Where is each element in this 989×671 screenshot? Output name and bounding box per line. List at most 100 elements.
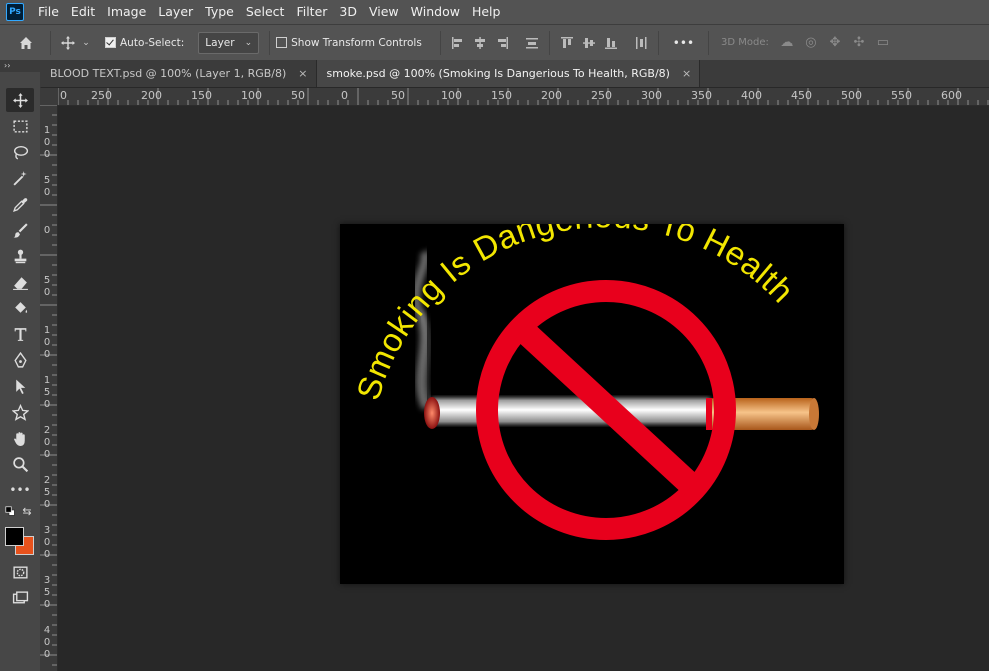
ruler-tick-label: 200 (541, 89, 562, 102)
ruler-tick-label: 1 0 0 (43, 125, 51, 160)
ruler-tick-label: 100 (241, 89, 262, 102)
edit-toolbar-button[interactable]: ••• (6, 478, 34, 502)
menu-image[interactable]: Image (101, 0, 152, 24)
cigarette-band (706, 398, 712, 430)
menu-bar: Ps File Edit Image Layer Type Select Fil… (0, 0, 989, 24)
menu-view[interactable]: View (363, 0, 405, 24)
zoom-tool-icon[interactable] (6, 452, 34, 476)
menu-filter[interactable]: Filter (290, 0, 333, 24)
auto-select-label: Auto-Select: (120, 36, 185, 49)
magic-wand-icon[interactable] (6, 166, 34, 190)
document-canvas[interactable]: Smoking Is Dangerious To Health (340, 224, 844, 584)
vertical-ruler[interactable]: 1 0 0 5 0 0 5 0 1 0 0 1 5 0 2 0 0 2 5 0 … (40, 105, 58, 671)
document-tabs: BLOOD TEXT.psd @ 100% (Layer 1, RGB/8) ×… (40, 60, 989, 87)
pen-tool-icon[interactable] (6, 348, 34, 372)
path-selection-icon[interactable] (6, 374, 34, 398)
orbit-3d-icon[interactable]: ☁ (775, 35, 799, 50)
paint-bucket-icon[interactable] (6, 296, 34, 320)
layer-dropdown-value: Layer (205, 36, 235, 49)
divider (50, 30, 51, 55)
ruler-tick-label: 150 (491, 89, 512, 102)
ruler-tick-label: 0 (341, 89, 348, 102)
ruler-tick-label: 0 (60, 89, 67, 102)
3d-mode-label: 3D Mode: (721, 37, 769, 48)
divider (548, 30, 550, 55)
distribute-vertical-icon[interactable] (521, 32, 543, 54)
ruler-tick-label: 450 (791, 89, 812, 102)
eraser-icon[interactable] (6, 270, 34, 294)
close-icon[interactable]: × (682, 67, 691, 80)
screen-mode-icon[interactable] (6, 586, 34, 610)
ruler-tick-label: 200 (141, 89, 162, 102)
clone-stamp-icon[interactable] (6, 244, 34, 268)
eyedropper-icon[interactable] (6, 192, 34, 216)
align-left-edges-icon[interactable] (447, 32, 469, 54)
ruler-tick-label: 100 (441, 89, 462, 102)
ruler-tick-label: 3 0 0 (43, 525, 51, 560)
custom-shape-icon[interactable] (6, 400, 34, 424)
ruler-tick-label: 2 0 0 (43, 425, 51, 460)
move-tool-icon[interactable] (6, 88, 34, 112)
align-horizontal-centers-icon[interactable] (469, 32, 491, 54)
ruler-tick-label: 300 (641, 89, 662, 102)
distribute-horizontal-icon[interactable] (630, 32, 652, 54)
rectangular-marquee-icon[interactable] (6, 114, 34, 138)
type-tool-icon[interactable] (6, 322, 34, 346)
menu-file[interactable]: File (32, 0, 65, 24)
tools-panel: ›› ••• ⇆ (0, 60, 44, 671)
roll-3d-icon[interactable]: ◎ (799, 35, 823, 50)
auto-select-checkbox[interactable] (105, 37, 116, 48)
tab-blood-text[interactable]: BLOOD TEXT.psd @ 100% (Layer 1, RGB/8) × (40, 60, 317, 87)
ruler-tick-label: 2 5 0 (43, 475, 51, 510)
lasso-icon[interactable] (6, 140, 34, 164)
menu-layer[interactable]: Layer (152, 0, 199, 24)
layer-dropdown[interactable]: Layer ⌄ (198, 31, 260, 54)
menu-select[interactable]: Select (240, 0, 291, 24)
ruler-tick-label: 400 (741, 89, 762, 102)
show-transform-checkbox[interactable] (276, 37, 288, 48)
ruler-tick-label: 1 5 0 (43, 375, 51, 410)
default-colors-icon[interactable] (3, 504, 17, 518)
align-right-edges-icon[interactable] (491, 32, 513, 54)
video-camera-icon[interactable]: ▭ (871, 35, 895, 50)
align-bottom-edges-icon[interactable] (600, 32, 622, 54)
move-tool-preset-icon[interactable] (57, 35, 79, 51)
close-icon[interactable]: × (298, 67, 307, 80)
chevron-down-icon[interactable]: ⌄ (79, 38, 93, 48)
ruler-tick-label: 250 (591, 89, 612, 102)
menu-type[interactable]: Type (199, 0, 240, 24)
slide-3d-icon[interactable]: ✣ (847, 35, 871, 50)
ruler-tick-label: 350 (691, 89, 712, 102)
ruler-tick-label: 50 (391, 89, 405, 102)
horizontal-ruler[interactable]: 0 250 200 150 100 50 0 50 100 150 200 25… (58, 88, 989, 106)
divider (269, 30, 271, 55)
ruler-tick-label: 500 (841, 89, 862, 102)
show-transform-label: Show Transform Controls (291, 36, 422, 49)
menu-3d[interactable]: 3D (333, 0, 363, 24)
menu-help[interactable]: Help (466, 0, 507, 24)
pan-3d-icon[interactable]: ✥ (823, 35, 847, 50)
toolbar-collapse-button[interactable]: ›› (0, 60, 44, 72)
quick-mask-icon[interactable] (6, 560, 34, 584)
align-vertical-centers-icon[interactable] (578, 32, 600, 54)
divider (439, 30, 441, 55)
menu-edit[interactable]: Edit (65, 0, 101, 24)
align-icons-group (447, 30, 652, 55)
ruler-tick-label: 600 (941, 89, 962, 102)
tab-smoke[interactable]: smoke.psd @ 100% (Smoking Is Dangerious … (316, 60, 701, 87)
photoshop-logo: Ps (6, 3, 24, 21)
ruler-tick-label: 50 (291, 89, 305, 102)
swap-colors-icon[interactable]: ⇆ (20, 504, 34, 518)
align-top-edges-icon[interactable] (556, 32, 578, 54)
ruler-origin[interactable] (40, 88, 59, 106)
ruler-tick-label: 3 5 0 (43, 575, 51, 610)
tab-title: BLOOD TEXT.psd @ 100% (Layer 1, RGB/8) (50, 67, 287, 80)
hand-tool-icon[interactable] (6, 426, 34, 450)
ruler-tick-label: 250 (91, 89, 112, 102)
more-options-button[interactable]: ••• (673, 36, 694, 50)
menu-window[interactable]: Window (405, 0, 466, 24)
home-icon[interactable] (8, 35, 44, 51)
foreground-color-swatch[interactable] (5, 527, 24, 546)
options-bar: ⌄ Auto-Select: Layer ⌄ Show Transform Co… (0, 24, 989, 60)
brush-icon[interactable] (6, 218, 34, 242)
